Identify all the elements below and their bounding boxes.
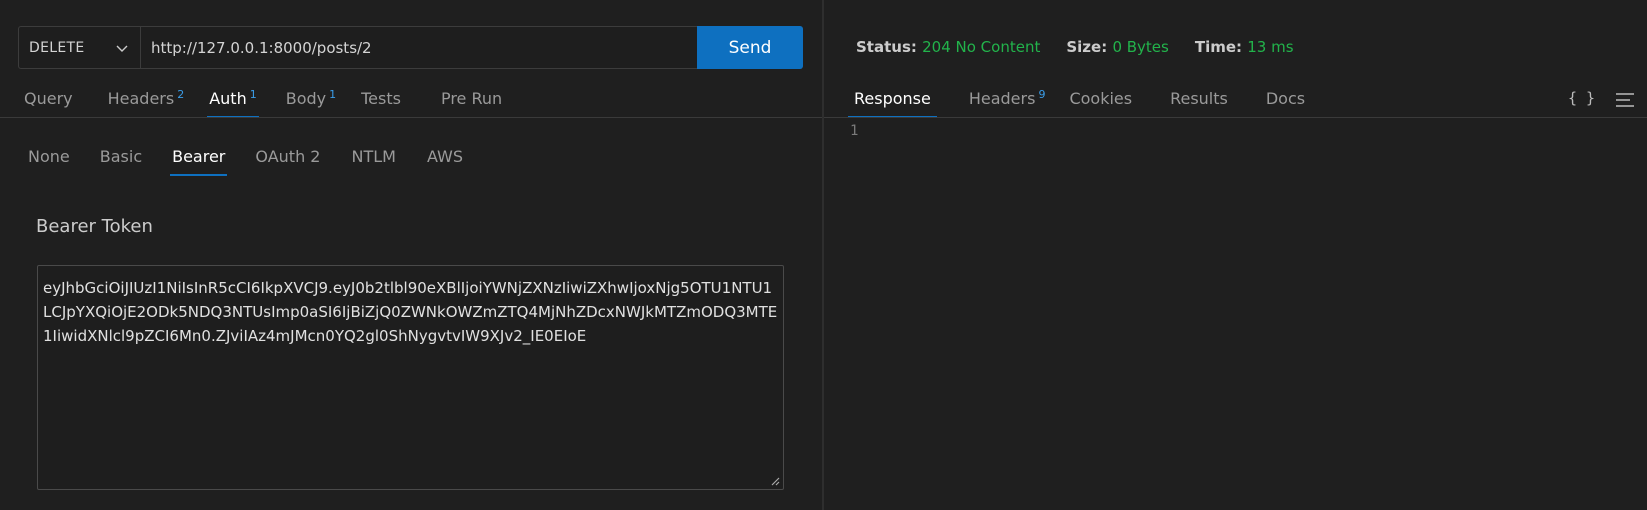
- tab-docs[interactable]: Docs: [1266, 88, 1305, 118]
- auth-tab-ntlm[interactable]: NTLM: [351, 146, 395, 176]
- menu-lines-icon[interactable]: [1616, 93, 1634, 107]
- size-info: Size: 0 Bytes: [1066, 38, 1169, 56]
- bearer-token-input[interactable]: eyJhbGciOiJIUzI1NiIsInR5cCI6IkpXVCJ9.eyJ…: [37, 265, 784, 490]
- body-count-badge: 1: [329, 88, 337, 101]
- url-input[interactable]: [141, 27, 697, 68]
- url-bar: DELETE Send: [18, 26, 803, 69]
- response-headers-count-badge: 9: [1038, 88, 1046, 101]
- status-value: 204 No Content: [922, 38, 1041, 56]
- auth-type-tabs: None Basic Bearer OAuth 2 NTLM AWS: [28, 146, 463, 176]
- tab-body[interactable]: Body 1: [286, 88, 336, 118]
- auth-tab-bearer[interactable]: Bearer: [170, 146, 228, 176]
- auth-tab-none[interactable]: None: [28, 146, 70, 176]
- auth-tab-aws[interactable]: AWS: [427, 146, 463, 176]
- time-info: Time: 13 ms: [1194, 38, 1294, 56]
- auth-tab-oauth2[interactable]: OAuth 2: [255, 146, 320, 176]
- send-button[interactable]: Send: [697, 26, 803, 69]
- auth-count-badge: 1: [249, 88, 257, 101]
- tab-headers[interactable]: Headers 2: [108, 88, 185, 118]
- tab-pre-run[interactable]: Pre Run: [441, 88, 502, 118]
- chevron-down-icon: [116, 45, 128, 52]
- resize-grip-icon[interactable]: [770, 476, 780, 486]
- size-value: 0 Bytes: [1112, 38, 1169, 56]
- method-value: DELETE: [29, 39, 85, 56]
- headers-count-badge: 2: [177, 88, 185, 101]
- auth-tab-basic[interactable]: Basic: [100, 146, 142, 176]
- tab-response-headers[interactable]: Headers 9: [969, 88, 1046, 118]
- response-tabs-divider: [824, 117, 1647, 118]
- method-select[interactable]: DELETE: [19, 27, 141, 68]
- tab-query[interactable]: Query: [24, 88, 73, 118]
- response-status-row: Status: 204 No Content Size: 0 Bytes Tim…: [856, 38, 1320, 56]
- status-info: Status: 204 No Content: [856, 38, 1041, 56]
- request-tabs: Query Headers 2 Auth 1 Body 1 Tests Pre Run: [24, 88, 502, 118]
- line-number: 1: [850, 123, 859, 139]
- time-value: 13 ms: [1247, 38, 1294, 56]
- tab-response[interactable]: Response: [848, 88, 937, 118]
- tab-cookies[interactable]: Cookies: [1069, 88, 1132, 118]
- request-pane: DELETE Send Query Headers2 Auth1 Body1 T…: [0, 0, 822, 510]
- bearer-token-label: Bearer Token: [36, 216, 153, 237]
- tab-tests[interactable]: Tests: [361, 88, 401, 118]
- request-tabs-divider: [0, 117, 822, 118]
- format-json-icon[interactable]: { }: [1568, 89, 1595, 107]
- response-tabs: Response Headers 9 Cookies Results Docs: [848, 88, 1305, 118]
- tab-results[interactable]: Results: [1170, 88, 1228, 118]
- response-pane: Status: 204 No Content Size: 0 Bytes Tim…: [824, 0, 1647, 510]
- tab-auth[interactable]: Auth 1: [207, 88, 259, 118]
